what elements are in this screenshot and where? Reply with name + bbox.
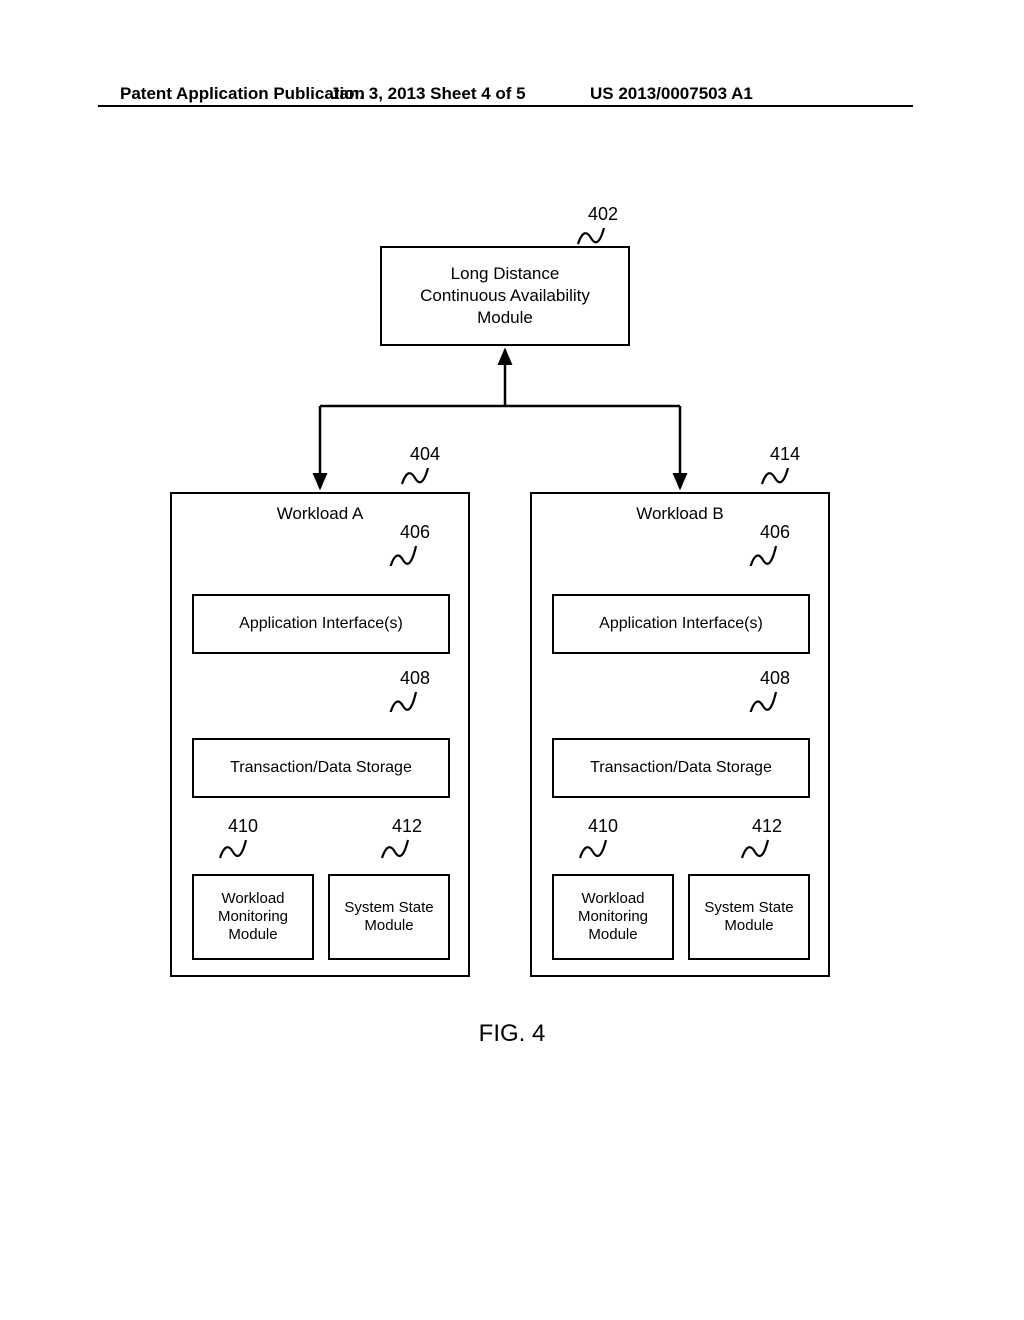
squiggle-404 [400, 464, 430, 488]
workload-a-box: Workload A Application Interface(s) Tran… [170, 492, 470, 977]
squiggle-414 [760, 464, 790, 488]
connectors [0, 0, 1024, 520]
ref-412a: 412 [392, 816, 422, 837]
ref-408b: 408 [760, 668, 790, 689]
ref-412b: 412 [752, 816, 782, 837]
squiggle-410b [578, 836, 608, 860]
squiggle-408a [388, 688, 418, 712]
ref-406b: 406 [760, 522, 790, 543]
ref-404: 404 [410, 444, 440, 465]
workload-a-monitor-label: WorkloadMonitoringModule [218, 890, 288, 944]
workload-b-box: Workload B Application Interface(s) Tran… [530, 492, 830, 977]
workload-a-bottom-pair: WorkloadMonitoringModule System StateMod… [192, 874, 450, 960]
workload-a-title: Workload A [172, 504, 468, 524]
workload-b-monitor-label: WorkloadMonitoringModule [578, 890, 648, 944]
workload-b-bottom-pair: WorkloadMonitoringModule System StateMod… [552, 874, 810, 960]
squiggle-412b [740, 836, 770, 860]
squiggle-408b [748, 688, 778, 712]
ref-414: 414 [770, 444, 800, 465]
workload-b-state: System StateModule [688, 874, 810, 960]
ref-410b: 410 [588, 816, 618, 837]
workload-a-state-label: System StateModule [344, 899, 433, 935]
workload-a-trans-storage: Transaction/Data Storage [192, 738, 450, 798]
ref-406a: 406 [400, 522, 430, 543]
workload-b-title: Workload B [532, 504, 828, 524]
workload-a-monitor: WorkloadMonitoringModule [192, 874, 314, 960]
squiggle-410a [218, 836, 248, 860]
workload-b-trans-storage: Transaction/Data Storage [552, 738, 810, 798]
workload-b-monitor: WorkloadMonitoringModule [552, 874, 674, 960]
workload-a-state: System StateModule [328, 874, 450, 960]
squiggle-412a [380, 836, 410, 860]
figure-label: FIG. 4 [0, 1020, 1024, 1048]
squiggle-406a [388, 542, 418, 566]
squiggle-406b [748, 542, 778, 566]
workload-b-state-label: System StateModule [704, 899, 793, 935]
ref-410a: 410 [228, 816, 258, 837]
ref-408a: 408 [400, 668, 430, 689]
workload-b-app-interfaces: Application Interface(s) [552, 594, 810, 654]
workload-a-app-interfaces: Application Interface(s) [192, 594, 450, 654]
